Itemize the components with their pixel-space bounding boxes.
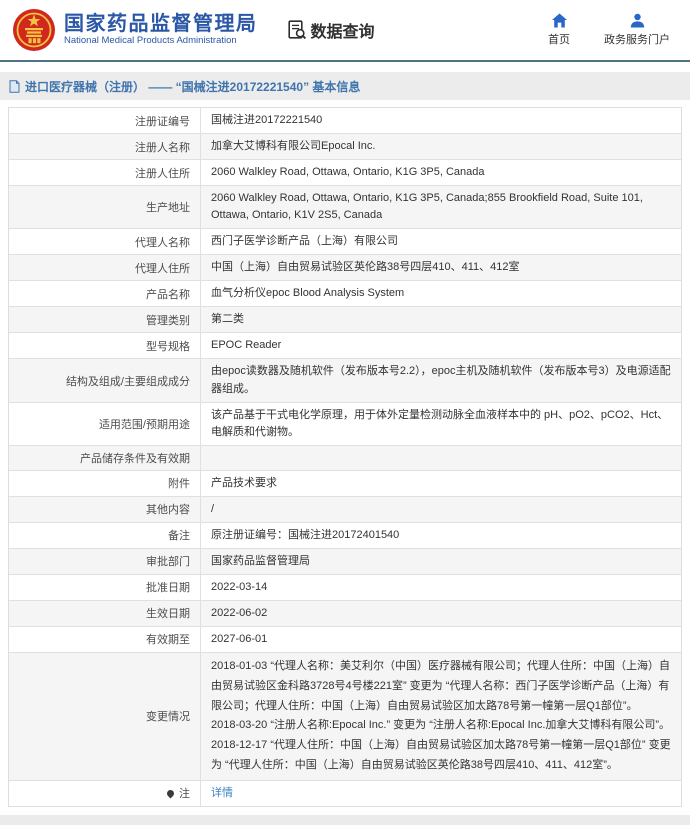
row-label: 代理人住所 [9, 255, 201, 280]
detail-link[interactable]: 详情 [211, 785, 233, 802]
table-row: 注册人名称加拿大艾博科有限公司Epocal Inc. [9, 134, 681, 160]
row-label: 其他内容 [9, 497, 201, 522]
row-value: 2060 Walkley Road, Ottawa, Ontario, K1G … [201, 160, 681, 185]
home-icon [551, 13, 568, 28]
table-row: 有效期至2027-06-01 [9, 627, 681, 653]
row-value: 加拿大艾博科有限公司Epocal Inc. [201, 134, 681, 159]
page: 国家药品监督管理局 National Medical Products Admi… [0, 0, 690, 825]
row-value: 2022-06-02 [201, 601, 681, 626]
table-row: 代理人住所中国（上海）自由贸易试验区英伦路38号四层410、411、412室 [9, 255, 681, 281]
nav-portal[interactable]: 政务服务门户 [604, 13, 670, 47]
row-value: 国家药品监督管理局 [201, 549, 681, 574]
site-title: 国家药品监督管理局 [64, 13, 258, 36]
row-value: / [201, 497, 681, 522]
table-row: 注详情 [9, 781, 681, 807]
table-row: 备注原注册证编号：国械注进20172401540 [9, 523, 681, 549]
table-row: 审批部门国家药品监督管理局 [9, 549, 681, 575]
row-value: 该产品基于干式电化学原理，用于体外定量检测动脉全血液样本中的 pH、pO2、pC… [201, 403, 681, 445]
row-value: 原注册证编号：国械注进20172401540 [201, 523, 681, 548]
row-label: 生效日期 [9, 601, 201, 626]
row-value: 由epoc读数器及随机软件（发布版本号2.2），epoc主机及随机软件（发布版本… [201, 359, 681, 401]
nmpa-emblem-icon [12, 8, 56, 52]
row-label: 管理类别 [9, 307, 201, 332]
row-value: 第二类 [201, 307, 681, 332]
table-row: 附件产品技术要求 [9, 471, 681, 497]
row-label: 产品储存条件及有效期 [9, 446, 201, 470]
table-row: 结构及组成/主要组成成分由epoc读数器及随机软件（发布版本号2.2），epoc… [9, 359, 681, 402]
site-logo[interactable]: 国家药品监督管理局 National Medical Products Admi… [12, 8, 258, 52]
breadcrumb-text: 进口医疗器械（注册） —— “国械注进20172221540” 基本信息 [25, 78, 360, 95]
row-label: 生产地址 [9, 186, 201, 228]
note-icon [166, 788, 176, 798]
table-row: 适用范围/预期用途该产品基于干式电化学原理，用于体外定量检测动脉全血液样本中的 … [9, 403, 681, 446]
row-value: 国械注进20172221540 [201, 108, 681, 133]
row-value [201, 446, 681, 470]
table-row: 注册证编号国械注进20172221540 [9, 108, 681, 134]
table-row: 代理人名称西门子医学诊断产品（上海）有限公司 [9, 229, 681, 255]
change-record-line: 2018-12-17 “代理人住所：中国（上海）自由贸易试验区加太路78号第一幢… [211, 736, 671, 776]
row-label: 产品名称 [9, 281, 201, 306]
row-value: 西门子医学诊断产品（上海）有限公司 [201, 229, 681, 254]
table-row: 变更情况2018-01-03 “代理人名称：美艾利尔（中国）医疗器械有限公司；代… [9, 653, 681, 781]
data-query-icon [288, 20, 307, 41]
row-value: EPOC Reader [201, 333, 681, 358]
table-row: 产品储存条件及有效期 [9, 446, 681, 471]
row-label: 注册人住所 [9, 160, 201, 185]
row-label: 批准日期 [9, 575, 201, 600]
site-subtitle: National Medical Products Administration [64, 36, 258, 47]
user-icon [630, 13, 645, 28]
table-row: 生产地址2060 Walkley Road, Ottawa, Ontario, … [9, 186, 681, 229]
row-label: 代理人名称 [9, 229, 201, 254]
table-row: 注册人住所2060 Walkley Road, Ottawa, Ontario,… [9, 160, 681, 186]
row-label: 适用范围/预期用途 [9, 403, 201, 445]
nav-portal-label: 政务服务门户 [604, 31, 670, 47]
footer-strip [0, 815, 690, 825]
row-label: 注册证编号 [9, 108, 201, 133]
row-value: 2022-03-14 [201, 575, 681, 600]
row-value: 2027-06-01 [201, 627, 681, 652]
table-row: 生效日期2022-06-02 [9, 601, 681, 627]
nav-data-query[interactable]: 数据查询 [288, 18, 375, 42]
table-row: 其他内容/ [9, 497, 681, 523]
change-record-line: 2018-03-20 “注册人名称:Epocal Inc.” 变更为 “注册人名… [211, 716, 670, 736]
row-label: 备注 [9, 523, 201, 548]
data-query-label: 数据查询 [311, 18, 375, 42]
row-label: 审批部门 [9, 549, 201, 574]
nav-home[interactable]: 首页 [542, 13, 576, 47]
table-row: 型号规格EPOC Reader [9, 333, 681, 359]
breadcrumb: 进口医疗器械（注册） —— “国械注进20172221540” 基本信息 [0, 72, 690, 100]
row-label: 型号规格 [9, 333, 201, 358]
table-row: 批准日期2022-03-14 [9, 575, 681, 601]
row-value: 2018-01-03 “代理人名称：美艾利尔（中国）医疗器械有限公司；代理人住所… [201, 653, 681, 780]
row-value: 血气分析仪epoc Blood Analysis System [201, 281, 681, 306]
row-label: 附件 [9, 471, 201, 496]
row-value: 中国（上海）自由贸易试验区英伦路38号四层410、411、412室 [201, 255, 681, 280]
header-right-nav: 首页 政务服务门户 [542, 13, 678, 47]
row-label: 变更情况 [9, 653, 201, 780]
info-table: 注册证编号国械注进20172221540注册人名称加拿大艾博科有限公司Epoca… [8, 107, 682, 807]
brand-text: 国家药品监督管理局 National Medical Products Admi… [64, 13, 258, 47]
row-label: 有效期至 [9, 627, 201, 652]
document-icon [9, 80, 20, 93]
row-label: 注 [9, 781, 201, 806]
table-row: 产品名称血气分析仪epoc Blood Analysis System [9, 281, 681, 307]
table-row: 管理类别第二类 [9, 307, 681, 333]
site-header: 国家药品监督管理局 National Medical Products Admi… [0, 0, 690, 62]
row-value: 详情 [201, 781, 681, 806]
row-value: 2060 Walkley Road, Ottawa, Ontario, K1G … [201, 186, 681, 228]
row-label: 结构及组成/主要组成成分 [9, 359, 201, 401]
row-value: 产品技术要求 [201, 471, 681, 496]
row-label: 注册人名称 [9, 134, 201, 159]
change-record-line: 2018-01-03 “代理人名称：美艾利尔（中国）医疗器械有限公司；代理人住所… [211, 657, 671, 716]
nav-home-label: 首页 [548, 31, 570, 47]
